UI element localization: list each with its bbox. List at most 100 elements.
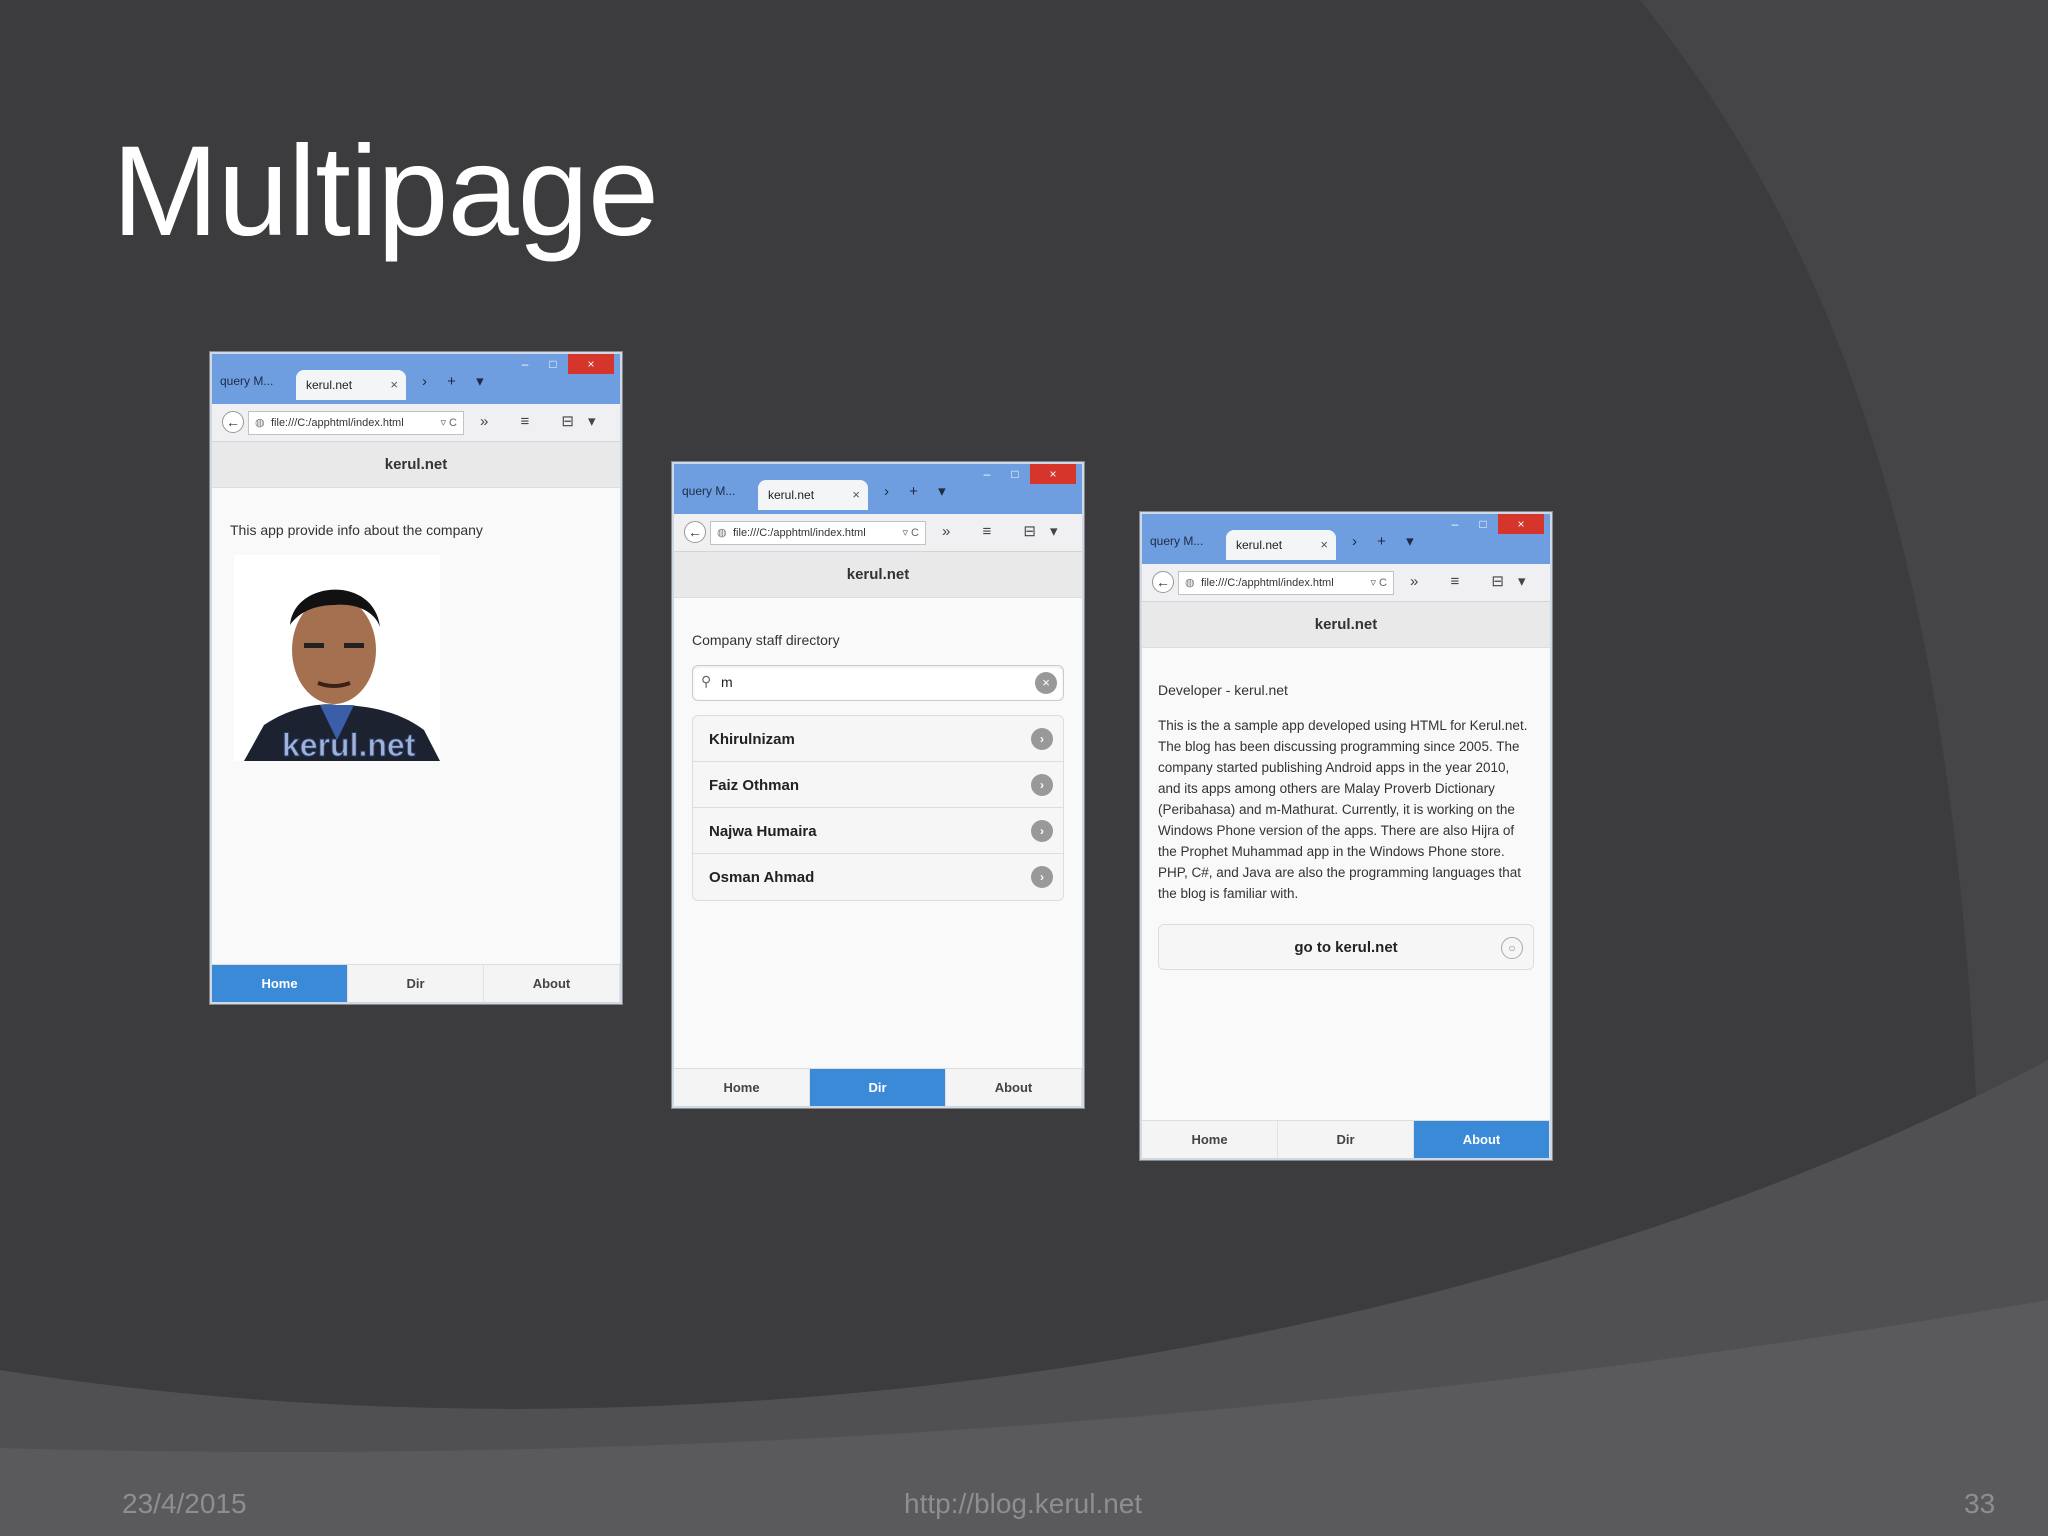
browser-window-about: query M... kerul.net × › + ▾ – □ × ← ◍ f… (1140, 512, 1552, 1160)
tab-active[interactable]: kerul.net × (758, 480, 868, 510)
close-window-button[interactable]: × (1030, 464, 1076, 484)
footer-url: http://blog.kerul.net (904, 1488, 1143, 1519)
search-value: m (721, 674, 733, 690)
about-description: This is the a sample app developed using… (1158, 718, 1528, 901)
title-bar: query M... kerul.net × › + ▾ – □ × (1142, 514, 1550, 564)
title-bar: query M... kerul.net × › + ▾ – □ × (212, 354, 620, 404)
tab-label: kerul.net (1236, 538, 1283, 552)
globe-icon: ◍ (255, 417, 265, 429)
tab-inactive[interactable]: query M... (682, 484, 735, 498)
navigation-toolbar: ← ◍ file:///C:/apphtml/index.html ▿ C » … (212, 404, 620, 442)
nav-about-button[interactable]: About (1414, 1121, 1550, 1158)
dir-page-content: Company staff directory ⚲ m × Khirulniza… (674, 630, 1082, 901)
photo-watermark: kerul.net (281, 727, 416, 762)
app-navbar: Home Dir About (674, 1068, 1082, 1106)
tab-active[interactable]: kerul.net × (1226, 530, 1336, 560)
nav-about-button[interactable]: About (484, 965, 620, 1002)
staff-name: Khirulnizam (709, 731, 795, 748)
toolbar-menu-icons[interactable]: » ≡ ⊟▾ (942, 522, 1072, 540)
staff-name: Najwa Humaira (709, 823, 817, 840)
nav-dir-button[interactable]: Dir (1278, 1121, 1414, 1158)
external-link-icon: ○ (1501, 937, 1523, 959)
nav-home-button[interactable]: Home (1142, 1121, 1278, 1158)
about-page-content: Developer - kerul.net This is the a samp… (1142, 680, 1550, 970)
navigation-toolbar: ← ◍ file:///C:/apphtml/index.html ▿ C » … (1142, 564, 1550, 602)
go-button-label: go to kerul.net (1294, 939, 1398, 956)
intro-text: This app provide info about the company (230, 522, 483, 538)
footer-date: 23/4/2015 (122, 1488, 247, 1519)
staff-name: Faiz Othman (709, 777, 800, 794)
profile-photo: kerul.net (234, 555, 440, 761)
title-bar: query M... kerul.net × › + ▾ – □ × (674, 464, 1082, 514)
reload-icon[interactable]: ▿ C (1370, 576, 1387, 589)
nav-dir-button[interactable]: Dir (348, 965, 484, 1002)
staff-name: Osman Ahmad (709, 869, 815, 886)
list-item[interactable]: Khirulnizam › (693, 716, 1063, 762)
chevron-right-icon: › (1031, 728, 1053, 750)
address-bar[interactable]: ◍ file:///C:/apphtml/index.html ▿ C (710, 521, 926, 545)
chevron-right-icon: › (1031, 866, 1053, 888)
tab-close-icon[interactable]: × (1320, 537, 1328, 552)
home-page-content: This app provide info about the company … (212, 520, 620, 761)
list-item[interactable]: Najwa Humaira › (693, 808, 1063, 854)
app-viewport: kerul.net Company staff directory ⚲ m × … (674, 552, 1082, 1106)
new-tab-icon[interactable]: › + ▾ (884, 482, 954, 500)
new-tab-icon[interactable]: › + ▾ (422, 372, 492, 390)
tab-label: kerul.net (306, 378, 353, 392)
url-text: file:///C:/apphtml/index.html (733, 527, 866, 539)
search-input[interactable]: ⚲ m × (692, 665, 1064, 701)
tab-close-icon[interactable]: × (390, 377, 398, 392)
chevron-right-icon: › (1031, 774, 1053, 796)
maximize-button[interactable]: □ (1002, 464, 1028, 484)
reload-icon[interactable]: ▿ C (440, 416, 457, 429)
nav-dir-button[interactable]: Dir (810, 1069, 946, 1106)
list-item[interactable]: Osman Ahmad › (693, 854, 1063, 900)
go-to-site-button[interactable]: go to kerul.net ○ (1158, 924, 1534, 970)
slide-title: Multipage (112, 120, 659, 263)
app-header-title: kerul.net (674, 552, 1082, 598)
toolbar-menu-icons[interactable]: » ≡ ⊟▾ (1410, 572, 1540, 590)
toolbar-menu-icons[interactable]: » ≡ ⊟▾ (480, 412, 610, 430)
browser-window-dir: query M... kerul.net × › + ▾ – □ × ← ◍ f… (672, 462, 1084, 1108)
maximize-button[interactable]: □ (540, 354, 566, 374)
back-button[interactable]: ← (1152, 571, 1174, 593)
nav-about-button[interactable]: About (946, 1069, 1082, 1106)
search-icon: ⚲ (701, 673, 712, 689)
tab-active[interactable]: kerul.net × (296, 370, 406, 400)
navigation-toolbar: ← ◍ file:///C:/apphtml/index.html ▿ C » … (674, 514, 1082, 552)
app-navbar: Home Dir About (212, 964, 620, 1002)
app-viewport: kerul.net Developer - kerul.net This is … (1142, 602, 1550, 1158)
minimize-button[interactable]: – (974, 464, 1000, 484)
close-window-button[interactable]: × (568, 354, 614, 374)
slide-number: 33 (1964, 1488, 1996, 1519)
chevron-right-icon: › (1031, 820, 1053, 842)
new-tab-icon[interactable]: › + ▾ (1352, 532, 1422, 550)
globe-icon: ◍ (1185, 577, 1195, 589)
tab-inactive[interactable]: query M... (220, 374, 273, 388)
app-viewport: kerul.net This app provide info about th… (212, 442, 620, 1002)
app-header-title: kerul.net (1142, 602, 1550, 648)
url-text: file:///C:/apphtml/index.html (271, 417, 404, 429)
address-bar[interactable]: ◍ file:///C:/apphtml/index.html ▿ C (1178, 571, 1394, 595)
tab-inactive[interactable]: query M... (1150, 534, 1203, 548)
back-button[interactable]: ← (222, 411, 244, 433)
close-window-button[interactable]: × (1498, 514, 1544, 534)
nav-home-button[interactable]: Home (212, 965, 348, 1002)
staff-list: Khirulnizam › Faiz Othman › Najwa Humair… (692, 715, 1064, 901)
minimize-button[interactable]: – (1442, 514, 1468, 534)
clear-search-icon[interactable]: × (1035, 672, 1057, 694)
app-header-title: kerul.net (212, 442, 620, 488)
back-button[interactable]: ← (684, 521, 706, 543)
tab-close-icon[interactable]: × (852, 487, 860, 502)
url-text: file:///C:/apphtml/index.html (1201, 577, 1334, 589)
address-bar[interactable]: ◍ file:///C:/apphtml/index.html ▿ C (248, 411, 464, 435)
minimize-button[interactable]: – (512, 354, 538, 374)
directory-heading: Company staff directory (692, 632, 840, 648)
list-item[interactable]: Faiz Othman › (693, 762, 1063, 808)
maximize-button[interactable]: □ (1470, 514, 1496, 534)
reload-icon[interactable]: ▿ C (902, 526, 919, 539)
nav-home-button[interactable]: Home (674, 1069, 810, 1106)
browser-window-home: query M... kerul.net × › + ▾ – □ × ← ◍ f… (210, 352, 622, 1004)
developer-heading: Developer - kerul.net (1158, 682, 1288, 698)
app-navbar: Home Dir About (1142, 1120, 1550, 1158)
